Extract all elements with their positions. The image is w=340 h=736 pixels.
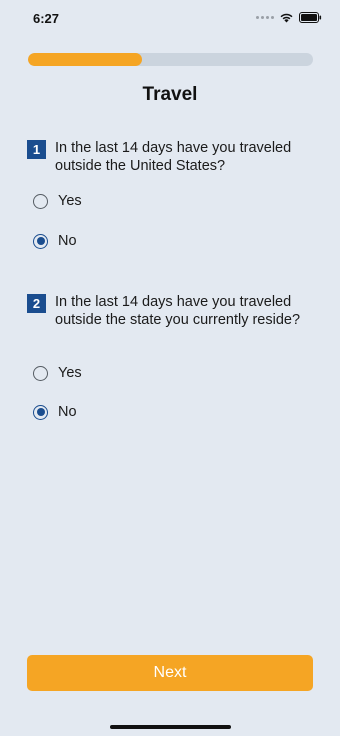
radio-option-label: Yes	[58, 365, 82, 381]
progress-fill	[28, 53, 142, 66]
home-indicator	[110, 725, 231, 729]
radio-option-label: No	[58, 233, 77, 249]
status-time: 6:27	[33, 11, 60, 26]
question-number-badge: 2	[27, 294, 46, 313]
radio-option-label: Yes	[58, 193, 82, 209]
wifi-icon	[280, 13, 293, 23]
question-2: 2 In the last 14 days have you traveled …	[27, 293, 317, 420]
next-button[interactable]: Next	[27, 655, 313, 691]
progress-bar	[28, 53, 313, 66]
radio-option-no[interactable]: No	[27, 400, 77, 424]
radio-button[interactable]	[33, 404, 48, 420]
status-bar: 6:27	[0, 0, 340, 40]
battery-icon	[299, 12, 322, 23]
radio-button[interactable]	[33, 193, 48, 209]
question-1: 1 In the last 14 days have you traveled …	[27, 139, 317, 249]
screen: 6:27 Travel 1 In the last 14 days have y…	[0, 0, 340, 736]
radio-option-label: No	[58, 404, 77, 420]
radio-button[interactable]	[33, 233, 48, 249]
page-title: Travel	[142, 84, 198, 105]
radio-option-no[interactable]: No	[27, 229, 77, 253]
radio-option-yes[interactable]: Yes	[27, 189, 82, 213]
question-number-badge: 1	[27, 140, 46, 159]
question-text: In the last 14 days have you traveled ou…	[55, 140, 292, 174]
question-header: 2 In the last 14 days have you traveled …	[27, 293, 317, 329]
question-header: 1 In the last 14 days have you traveled …	[27, 139, 317, 175]
radio-option-yes[interactable]: Yes	[27, 361, 82, 385]
signal-dots-icon	[256, 16, 274, 19]
radio-button[interactable]	[33, 365, 48, 381]
question-text: In the last 14 days have you traveled ou…	[55, 294, 301, 328]
status-icons	[256, 12, 322, 23]
